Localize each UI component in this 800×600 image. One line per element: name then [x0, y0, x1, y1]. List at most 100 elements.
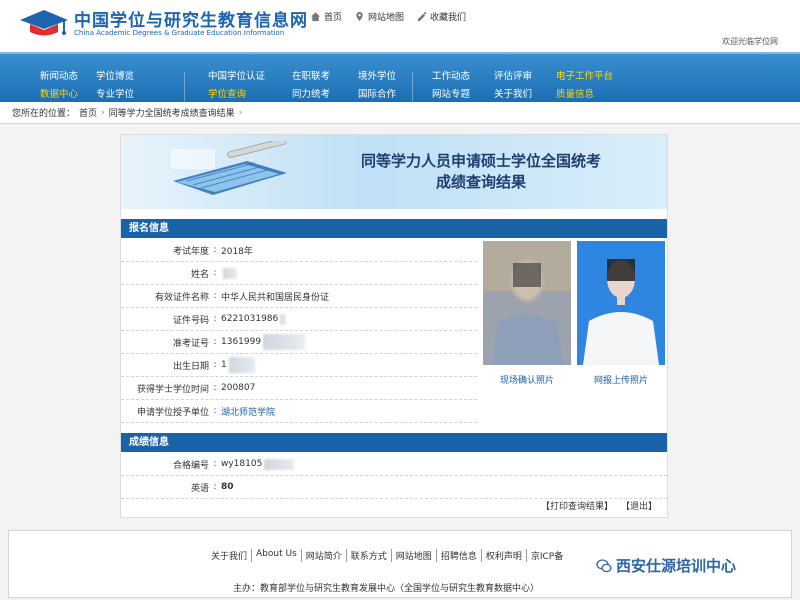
result-actions: 【打印查询结果】 【退出】: [541, 499, 657, 512]
info-row-id-type: 有效证件名称: 中华人民共和国居民身份证: [121, 285, 477, 308]
print-result-button[interactable]: 【打印查询结果】: [541, 499, 613, 512]
info-row-name: 姓名:: [121, 262, 477, 285]
score-row-english: 英语: 80: [121, 476, 667, 499]
footer-link[interactable]: About Us: [252, 549, 302, 562]
info-row-exam-year: 考试年度: 2018年: [121, 239, 477, 262]
score-section-header: 成绩信息: [121, 433, 667, 452]
row-label: 申请学位授予单位: [136, 407, 209, 418]
nav-item-professional-degree[interactable]: 专业学位: [96, 86, 134, 100]
nav-item-data-center[interactable]: 数据中心: [40, 86, 78, 100]
result-panel: 同等学力人员申请硕士学位全国统考 成绩查询结果 报名信息 考试年度: 2018年…: [120, 134, 668, 518]
nav-item-equivalent-exam[interactable]: 同力统考: [292, 86, 330, 100]
site-title[interactable]: 中国学位与研究生教育信息网: [74, 6, 308, 31]
redacted-block: [228, 357, 255, 373]
result-banner: 同等学力人员申请硕士学位全国统考 成绩查询结果: [121, 135, 667, 209]
row-label: 姓名: [190, 269, 209, 280]
breadcrumb-current: 同等学力全国统考成绩查询结果: [108, 109, 235, 119]
nav-item-overseas-degree[interactable]: 境外学位: [358, 68, 396, 82]
footer-link[interactable]: 权利声明: [482, 549, 527, 562]
footer-icp[interactable]: 京ICP备: [527, 549, 567, 562]
sitemap-link-label: 网站地图: [368, 13, 405, 23]
info-row-bachelor-date: 获得学士学位时间: 200807: [121, 377, 477, 400]
score-row-certificate: 合格编号: wy18105: [121, 453, 667, 476]
banner-title: 同等学力人员申请硕士学位全国统考 成绩查询结果: [311, 151, 651, 193]
footer-link[interactable]: 联系方式: [347, 549, 392, 562]
footer-link[interactable]: 网站简介: [302, 549, 347, 562]
sitemap-link[interactable]: 网站地图: [354, 10, 404, 23]
top-links: 首页 网站地图 收藏我们: [310, 10, 466, 23]
breadcrumb-prefix: 您所在的位置：: [12, 109, 76, 119]
person-photo-icon: [577, 241, 665, 365]
home-link-label: 首页: [324, 13, 343, 23]
bookmark-icon: [417, 11, 427, 22]
nav-item-in-service-exam[interactable]: 在职联考: [292, 68, 330, 82]
banner-title-line1: 同等学力人员申请硕士学位全国统考: [360, 152, 601, 170]
home-icon: [310, 12, 321, 22]
row-value: 200807: [221, 383, 256, 393]
row-label: 考试年度: [172, 246, 209, 257]
row-value: 中华人民共和国居民身份证: [221, 292, 330, 303]
chevron-right-icon: ›: [238, 107, 243, 118]
main-nav: 新闻动态 数据中心 学位博览 专业学位 中国学位认证 学位查询 在职联考 同力统…: [0, 52, 800, 106]
onsite-confirmation-photo: [483, 241, 571, 365]
nav-item-degree-query[interactable]: 学位查询: [208, 86, 246, 100]
info-row-degree-institution: 申请学位授予单位: 湖北师范学院: [121, 400, 477, 423]
redacted-block: [263, 334, 306, 350]
site-header: 中国学位与研究生教育信息网 China Academic Degrees & G…: [0, 0, 800, 52]
row-value: 1: [221, 360, 227, 370]
keyboard-pen-illustration-icon: [171, 141, 287, 195]
wechat-icon: [596, 558, 612, 572]
nav-item-news[interactable]: 新闻动态: [40, 68, 78, 82]
watermark: 西安仕源培训中心: [596, 555, 736, 576]
footer-link[interactable]: 关于我们: [207, 549, 253, 562]
nav-item-work-news[interactable]: 工作动态: [432, 68, 470, 82]
footer-links: 关于我们 About Us 网站简介 联系方式 网站地图 招聘信息 权利声明 京…: [207, 549, 567, 562]
nav-divider: [184, 72, 185, 106]
row-value: 1361999: [221, 337, 262, 347]
row-value: 湖北师范学院: [221, 407, 276, 418]
nav-item-quality[interactable]: 质量信息: [556, 86, 594, 100]
row-label: 准考证号: [172, 338, 209, 349]
registration-section-header: 报名信息: [121, 219, 667, 238]
info-row-birth-date: 出生日期: 1: [121, 354, 477, 377]
breadcrumb-home[interactable]: 首页: [79, 106, 97, 119]
row-label: 获得学士学位时间: [136, 384, 209, 395]
info-row-id-number: 证件号码: 6221031986: [121, 308, 477, 331]
welcome-text: 欢迎光临学位网: [722, 37, 778, 46]
person-photo-icon: [483, 241, 571, 365]
uploaded-photo-caption[interactable]: 网报上传照片: [577, 373, 665, 386]
footer-link[interactable]: 网站地图: [392, 549, 437, 562]
bookmark-link-label: 收藏我们: [430, 13, 467, 23]
row-label: 合格编号: [172, 460, 209, 471]
graduation-cap-logo-icon[interactable]: [18, 6, 70, 38]
nav-grid: 新闻动态 数据中心 学位博览 专业学位 中国学位认证 学位查询 在职联考 同力统…: [36, 64, 796, 106]
row-label: 英语: [190, 483, 209, 494]
nav-item-degree-certification[interactable]: 中国学位认证: [208, 68, 265, 82]
nav-item-topics[interactable]: 网站专题: [432, 86, 470, 100]
info-row-ticket-number: 准考证号: 1361999: [121, 331, 477, 354]
row-value: 80: [221, 482, 234, 492]
home-link[interactable]: 首页: [310, 10, 342, 23]
banner-title-line2: 成绩查询结果: [435, 173, 526, 191]
row-label: 有效证件名称: [154, 292, 209, 303]
onsite-photo-caption[interactable]: 现场确认照片: [483, 373, 571, 386]
redacted-block: [223, 267, 237, 279]
footer-link[interactable]: 招聘信息: [437, 549, 482, 562]
row-value: wy18105: [221, 459, 263, 469]
row-value: 6221031986: [221, 314, 279, 324]
site-subtitle: China Academic Degrees & Graduate Educat…: [74, 29, 285, 37]
nav-item-e-platform[interactable]: 电子工作平台: [556, 68, 613, 82]
exit-button[interactable]: 【退出】: [621, 499, 657, 512]
nav-item-about[interactable]: 关于我们: [494, 86, 532, 100]
redacted-block: [264, 458, 295, 470]
watermark-text: 西安仕源培训中心: [616, 557, 737, 575]
nav-divider: [412, 72, 413, 106]
row-value: 2018年: [221, 246, 253, 257]
nav-item-international[interactable]: 国际合作: [358, 86, 396, 100]
nav-item-degree-expo[interactable]: 学位博览: [96, 68, 134, 82]
uploaded-photo: [577, 241, 665, 365]
breadcrumb: 您所在的位置： 首页 › 同等学力全国统考成绩查询结果 ›: [0, 102, 800, 124]
redacted-block: [280, 313, 287, 325]
nav-item-evaluation[interactable]: 评估评审: [494, 68, 532, 82]
bookmark-link[interactable]: 收藏我们: [416, 10, 466, 23]
